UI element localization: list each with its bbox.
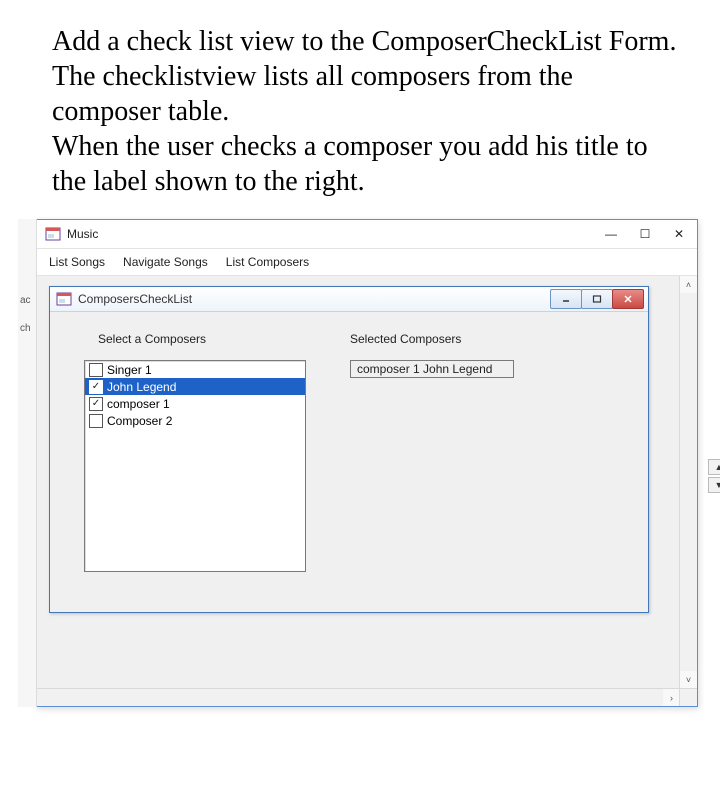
composers-checklist-window: ComposersCheckList — [49, 286, 649, 613]
menu-list-songs[interactable]: List Songs — [49, 255, 105, 269]
checkbox-icon[interactable]: ✓ — [89, 397, 103, 411]
music-window: Music — ☐ ✕ List Songs Navigate Songs Li… — [36, 219, 698, 707]
vertical-scrollbar[interactable]: ˄ ˅ — [679, 276, 697, 688]
checklist-item[interactable]: ✓ John Legend — [85, 378, 305, 395]
form-icon — [56, 291, 72, 307]
mdi-client-area: ComposersCheckList — [37, 276, 697, 706]
checklist-item-label: Composer 2 — [107, 414, 172, 428]
music-window-title: Music — [67, 227, 601, 241]
menu-list-composers[interactable]: List Composers — [226, 255, 309, 269]
checkbox-icon[interactable] — [89, 363, 103, 377]
instructions-line: Add a check list view to the ComposerChe… — [52, 26, 676, 57]
scroll-down-icon[interactable]: ˅ — [680, 671, 697, 688]
scroll-up-icon[interactable]: ˄ — [680, 276, 697, 293]
selected-composers-result: composer 1 John Legend — [350, 360, 514, 378]
checklist-item[interactable]: ✓ composer 1 — [85, 395, 305, 412]
composers-checklistbox[interactable]: Singer 1 ✓ John Legend ✓ composer 1 Composer … — [84, 360, 306, 572]
menu-bar: List Songs Navigate Songs List Composers — [37, 249, 697, 276]
child-close-button[interactable] — [612, 289, 644, 309]
side-spinner: ▲ ▼ — [708, 459, 720, 493]
selected-composers-label: Selected Composers — [350, 332, 634, 346]
close-button[interactable]: ✕ — [669, 225, 689, 243]
child-minimize-button[interactable] — [550, 289, 582, 309]
horizontal-scrollbar[interactable]: › — [37, 688, 680, 706]
checklist-item-label: Singer 1 — [107, 363, 152, 377]
checklist-item[interactable]: Singer 1 — [85, 361, 305, 378]
scroll-corner — [679, 688, 697, 706]
checklist-item-label: John Legend — [107, 380, 176, 394]
child-maximize-button[interactable] — [581, 289, 613, 309]
scroll-right-icon[interactable]: › — [663, 689, 680, 706]
form-icon — [45, 226, 61, 242]
maximize-button[interactable]: ☐ — [635, 225, 655, 243]
child-window-title: ComposersCheckList — [78, 292, 551, 306]
minimize-button[interactable]: — — [601, 225, 621, 243]
select-composers-label: Select a Composers — [98, 332, 324, 346]
clipped-text: ac — [20, 295, 31, 306]
instructions-text: Add a check list view to the ComposerChe… — [52, 24, 680, 199]
checklist-item-label: composer 1 — [107, 397, 170, 411]
instructions-line: When the user checks a composer you add … — [52, 131, 648, 197]
clipped-left-bar: ac ch — [18, 219, 37, 707]
spinner-down-icon[interactable]: ▼ — [708, 477, 720, 493]
menu-navigate-songs[interactable]: Navigate Songs — [123, 255, 208, 269]
checklist-item[interactable]: Composer 2 — [85, 412, 305, 429]
spinner-up-icon[interactable]: ▲ — [708, 459, 720, 475]
checkbox-icon[interactable]: ✓ — [89, 380, 103, 394]
child-titlebar[interactable]: ComposersCheckList — [50, 287, 648, 312]
checkbox-icon[interactable] — [89, 414, 103, 428]
instructions-line: The checklistview lists all composers fr… — [52, 61, 573, 127]
clipped-text: ch — [20, 323, 31, 334]
music-titlebar[interactable]: Music — ☐ ✕ — [37, 220, 697, 249]
